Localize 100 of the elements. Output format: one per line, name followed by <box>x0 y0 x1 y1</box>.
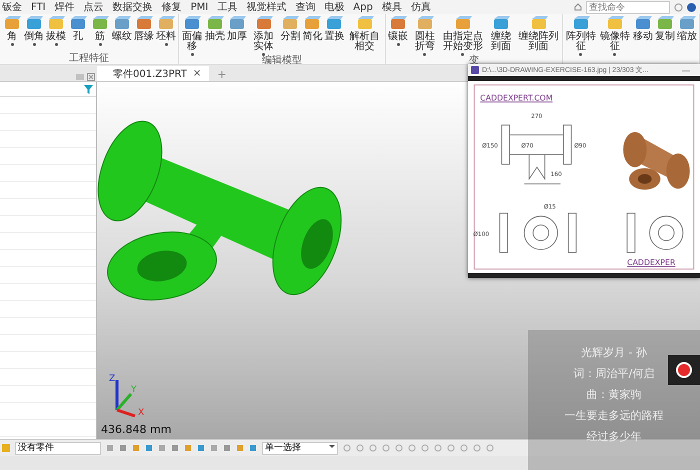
tool-icon <box>281 15 300 31</box>
ribbon-button[interactable]: 简化 <box>302 15 322 56</box>
settings-icon[interactable] <box>674 2 683 12</box>
lyric-line: 光辉岁月 - 孙 <box>581 345 647 360</box>
ribbon-button[interactable]: 唇缘 <box>134 15 154 54</box>
ribbon-button[interactable]: 镜像特征 <box>598 15 631 56</box>
dropdown-dot[interactable] <box>54 43 58 46</box>
menu-item[interactable]: 数据交换 <box>112 0 153 14</box>
lyric-line: 词：周治平/何启 <box>574 366 654 381</box>
tool-icon <box>3 15 21 31</box>
dropdown-dot[interactable] <box>423 53 426 56</box>
group-label: 工程特征 <box>68 54 110 64</box>
lyric-line: 曲：黄家驹 <box>586 387 642 402</box>
ribbon-button[interactable]: 面偏移 <box>181 15 204 56</box>
axis-label: Z <box>109 374 116 384</box>
tool-icon <box>325 15 344 31</box>
tool-icon <box>113 15 131 31</box>
ribbon-button[interactable]: 置换 <box>324 15 344 56</box>
selection-dropdown[interactable]: 单一选择 <box>262 442 338 454</box>
menu-item[interactable]: PMI <box>190 0 208 14</box>
home-icon[interactable] <box>574 3 582 11</box>
ribbon-button[interactable]: 分割 <box>280 15 300 56</box>
tool-icon <box>25 15 43 31</box>
help-icon[interactable] <box>687 2 696 12</box>
ribbon-button[interactable]: 复制 <box>655 15 675 56</box>
tool-icon <box>183 15 201 31</box>
menu-item[interactable]: 点云 <box>84 0 104 14</box>
menu-item[interactable]: 修复 <box>162 0 182 14</box>
menu-item[interactable]: 工具 <box>217 0 238 14</box>
axis-label: X <box>138 408 144 417</box>
tool-icon <box>656 15 674 31</box>
tool-icon <box>254 15 273 31</box>
menu-item[interactable]: App <box>353 0 373 14</box>
drawing-header: CADDEXPERT.COM <box>480 94 553 103</box>
ribbon-button[interactable]: 移动 <box>633 15 653 56</box>
ribbon-button[interactable]: 阵列特征 <box>564 15 597 56</box>
menu-item[interactable]: 仿真 <box>410 0 431 14</box>
ribbon-button[interactable]: 由指定点开始变形 <box>442 15 484 56</box>
menu-item[interactable]: 焊件 <box>54 0 75 14</box>
ribbon-button[interactable]: 添加实体 <box>249 15 278 56</box>
menu-item[interactable]: 模具 <box>382 0 402 14</box>
dropdown-dot[interactable] <box>579 53 582 56</box>
dropdown-dot[interactable] <box>32 43 36 46</box>
ribbon-button[interactable]: 缩放 <box>677 15 697 56</box>
lyric-line: 一生要走多远的路程 <box>564 408 664 423</box>
filter-icon[interactable] <box>84 84 93 94</box>
tool-icon <box>492 15 510 31</box>
dropdown-dot[interactable] <box>190 53 194 56</box>
dropdown-dot[interactable] <box>461 53 464 56</box>
record-button[interactable] <box>668 355 700 385</box>
ribbon-button[interactable]: 缠绕阵列到面 <box>518 15 560 56</box>
menu-item[interactable]: FTI <box>31 0 46 14</box>
dropdown-dot[interactable] <box>396 43 400 46</box>
ribbon-button[interactable]: 倒角 <box>24 15 44 54</box>
search-field[interactable]: 查找命令 <box>586 0 670 14</box>
scale-readout: 436.848 mm <box>101 423 172 436</box>
dropdown-dot[interactable] <box>10 43 14 46</box>
tool-icon <box>206 15 224 31</box>
tool-icon <box>416 15 434 31</box>
group-label: 编辑模型 <box>261 56 304 64</box>
ribbon-button[interactable]: 圆柱折弯 <box>410 15 440 56</box>
dropdown-dot[interactable] <box>613 53 616 56</box>
caret-icon <box>329 442 335 448</box>
ribbon-button[interactable]: 加厚 <box>227 15 248 56</box>
ribbon-button[interactable]: 解析自相交 <box>346 15 384 56</box>
pipe-tee-render <box>623 132 690 190</box>
menu-item[interactable]: 钣金 <box>2 0 22 14</box>
drawing-footer: CADDEXPER <box>627 258 676 268</box>
ribbon-button[interactable]: 镶嵌 <box>388 15 408 56</box>
ribbon-button[interactable]: 缠绕到面 <box>486 15 516 56</box>
ribbon-button[interactable]: 螺纹 <box>112 15 132 54</box>
ribbon-button[interactable]: 角 <box>2 15 22 54</box>
close-button[interactable]: × <box>192 68 202 79</box>
end-view-drawing <box>626 212 684 253</box>
ribbon-button[interactable]: 坯料 <box>156 15 176 54</box>
menu-item[interactable]: 视觉样式 <box>246 0 286 14</box>
tool-icon <box>454 15 472 31</box>
ribbon-button[interactable]: 筋 <box>90 15 110 54</box>
minimize-button[interactable]: — <box>682 66 700 74</box>
tool-icon <box>157 15 175 31</box>
tool-icon <box>634 15 652 31</box>
ribbon-button[interactable]: 孔 <box>68 15 88 54</box>
tool-icon <box>678 15 696 31</box>
ribbon-button[interactable]: 抽壳 <box>205 15 226 56</box>
tool-icon <box>572 15 590 31</box>
dropdown-dot[interactable] <box>262 53 266 56</box>
menu-icon[interactable] <box>76 73 84 81</box>
menu-item[interactable]: 电极 <box>324 0 344 14</box>
front-view-drawing <box>501 124 572 184</box>
ribbon-button[interactable]: 拔模 <box>46 15 66 54</box>
tool-icon <box>228 15 246 31</box>
dropdown-dot[interactable] <box>164 43 168 46</box>
tool-icon <box>91 15 109 31</box>
close-icon[interactable] <box>87 73 95 81</box>
pipe-tee-model[interactable] <box>98 120 342 300</box>
part-field[interactable]: 没有零件 <box>15 442 101 454</box>
menu-item[interactable]: 查询 <box>295 0 316 14</box>
dropdown-dot[interactable] <box>98 43 102 46</box>
document-tab[interactable]: 零件001.Z3PRT × <box>97 66 210 81</box>
tool-icon <box>47 15 65 31</box>
